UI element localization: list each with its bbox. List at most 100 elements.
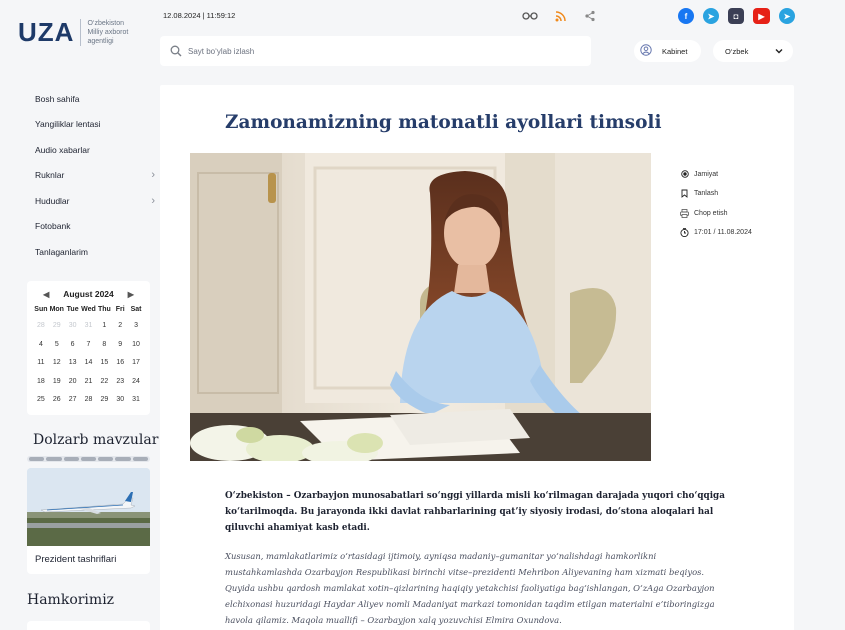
calendar-day[interactable]: 11 xyxy=(33,354,49,373)
calendar-weekday: Tue xyxy=(66,306,79,313)
calendar-day[interactable]: 22 xyxy=(96,373,112,392)
calendar-weekday: Sun xyxy=(34,306,48,313)
calendar-month-title: August 2024 xyxy=(63,289,114,299)
share-icon[interactable] xyxy=(582,9,598,23)
calendar-day[interactable]: 21 xyxy=(81,373,97,392)
calendar-grid: Sun Mon Tue Wed Thu Fri Sat 28 29 30 31 1 2 3 4 5 6 7 8 9 10… xyxy=(33,303,144,410)
uza-logo[interactable]: UZA O‘zbekiston Milliy axborot agentligi xyxy=(18,14,148,50)
calendar-weekday: Wed xyxy=(81,306,96,313)
print-button[interactable]: Chop etish xyxy=(680,208,752,218)
calendar-day[interactable]: 12 xyxy=(49,354,65,373)
article-lead: O‘zbekiston – Ozarbayjon munosabatlari s… xyxy=(225,491,725,533)
printer-icon xyxy=(680,208,689,218)
calendar-day[interactable]: 8 xyxy=(96,336,112,355)
calendar-day[interactable]: 30 xyxy=(65,317,81,336)
save-button[interactable]: Tanlash xyxy=(680,189,752,199)
calendar-day[interactable]: 5 xyxy=(49,336,65,355)
instagram-icon[interactable]: ◘ xyxy=(728,8,744,24)
article-card: Zamonamizning matonatli ayollari timsoli xyxy=(160,85,794,630)
prev-month-icon[interactable]: ◀ xyxy=(43,290,49,299)
cabinet-button[interactable]: Kabinet xyxy=(634,40,701,62)
calendar-weekday: Thu xyxy=(97,306,111,313)
calendar-day[interactable]: 2 xyxy=(112,317,128,336)
calendar-day[interactable]: 7 xyxy=(81,336,97,355)
calendar-weekday: Sat xyxy=(130,306,142,313)
sidebar-item-home[interactable]: Bosh sahifa xyxy=(35,86,155,112)
sidebar-item-rubrics[interactable]: Ruknlar › xyxy=(35,163,155,189)
calendar-day[interactable]: 16 xyxy=(112,354,128,373)
next-month-icon[interactable]: ▶ xyxy=(128,290,134,299)
calendar-weekday: Fri xyxy=(115,306,125,313)
search-input[interactable] xyxy=(188,46,568,56)
telegram-channel-icon[interactable]: ➤ xyxy=(779,8,795,24)
calendar-day[interactable]: 19 xyxy=(49,373,65,392)
glasses-icon[interactable] xyxy=(522,9,538,23)
calendar-day[interactable]: 29 xyxy=(49,317,65,336)
topic-card[interactable]: Prezident tashriflari xyxy=(27,468,150,574)
rss-icon[interactable] xyxy=(552,9,568,23)
telegram-icon[interactable]: ➤ xyxy=(703,8,719,24)
category-icon xyxy=(680,170,689,179)
calendar-day[interactable]: 26 xyxy=(49,391,65,410)
calendar-day[interactable]: 15 xyxy=(96,354,112,373)
youtube-icon[interactable]: ▶ xyxy=(753,8,770,24)
calendar-day[interactable]: 18 xyxy=(33,373,49,392)
calendar-day[interactable]: 23 xyxy=(112,373,128,392)
search-icon xyxy=(170,42,182,61)
language-value: O‘zbek xyxy=(725,46,749,56)
calendar-day[interactable]: 4 xyxy=(33,336,49,355)
sidebar-nav: Bosh sahifa Yangiliklar lentasi Audio xa… xyxy=(35,86,155,265)
sidebar-item-news-feed[interactable]: Yangiliklar lentasi xyxy=(35,112,155,138)
calendar-day[interactable]: 6 xyxy=(65,336,81,355)
calendar-day[interactable]: 9 xyxy=(112,336,128,355)
facebook-icon[interactable]: f xyxy=(678,8,694,24)
language-select[interactable]: O‘zbek xyxy=(713,40,793,62)
airplane-photo xyxy=(27,468,150,546)
calendar-day[interactable]: 10 xyxy=(128,336,144,355)
topic-card-label: Prezident tashriflari xyxy=(35,554,117,565)
category-link[interactable]: Jamiyat xyxy=(680,169,752,179)
sidebar-item-regions[interactable]: Hududlar › xyxy=(35,188,155,214)
calendar-day[interactable]: 29 xyxy=(96,391,112,410)
article-meta: Jamiyat Tanlash Chop etish 17:01 / 11.08… xyxy=(680,169,752,247)
social-links: f ➤ ◘ ▶ ➤ xyxy=(678,8,795,24)
article-title: Zamonamizning matonatli ayollari timsoli xyxy=(225,112,662,133)
accessibility-toolbar xyxy=(522,9,598,23)
sidebar-item-audio[interactable]: Audio xabarlar xyxy=(35,137,155,163)
chevron-right-icon: › xyxy=(151,194,155,207)
chevron-down-icon xyxy=(775,47,783,56)
calendar-day[interactable]: 3 xyxy=(128,317,144,336)
topics-heading: Dolzarb mavzular xyxy=(33,432,159,448)
calendar-day[interactable]: 31 xyxy=(81,317,97,336)
calendar-day[interactable]: 14 xyxy=(81,354,97,373)
calendar-day[interactable]: 1 xyxy=(96,317,112,336)
calendar-day[interactable]: 17 xyxy=(128,354,144,373)
clock-icon xyxy=(680,228,689,237)
bookmark-icon xyxy=(680,189,689,198)
user-icon xyxy=(640,44,652,58)
article-body: Xususan, mamlakatlarimiz o‘rtasidagi ijt… xyxy=(225,551,715,625)
current-datetime: 12.08.2024 | 11:59:12 xyxy=(163,11,236,20)
logo-text: UZA xyxy=(18,16,75,47)
calendar-day[interactable]: 13 xyxy=(65,354,81,373)
calendar-day[interactable]: 25 xyxy=(33,391,49,410)
cabinet-label: Kabinet xyxy=(662,46,688,56)
calendar-day[interactable]: 20 xyxy=(65,373,81,392)
logo-subtitle: O‘zbekiston Milliy axborot agentligi xyxy=(80,18,128,46)
sidebar-item-favorites[interactable]: Tanlaganlarim xyxy=(35,239,155,265)
chevron-right-icon: › xyxy=(151,169,155,182)
calendar-day[interactable]: 31 xyxy=(128,391,144,410)
calendar-day[interactable]: 28 xyxy=(33,317,49,336)
calendar-day[interactable]: 30 xyxy=(112,391,128,410)
topics-slider-indicator[interactable] xyxy=(27,456,150,462)
partner-heading: Hamkorimiz xyxy=(27,592,115,608)
article-photo[interactable] xyxy=(190,153,651,461)
search-box[interactable] xyxy=(160,36,591,66)
sidebar-item-photobank[interactable]: Fotobank xyxy=(35,214,155,240)
calendar-widget: ◀ August 2024 ▶ Sun Mon Tue Wed Thu Fri Sat 28 2… xyxy=(27,281,150,415)
calendar-day[interactable]: 28 xyxy=(81,391,97,410)
partner-card[interactable] xyxy=(27,621,150,630)
calendar-day[interactable]: 24 xyxy=(128,373,144,392)
calendar-day[interactable]: 27 xyxy=(65,391,81,410)
publish-datetime: 17:01 / 11.08.2024 xyxy=(680,228,752,238)
